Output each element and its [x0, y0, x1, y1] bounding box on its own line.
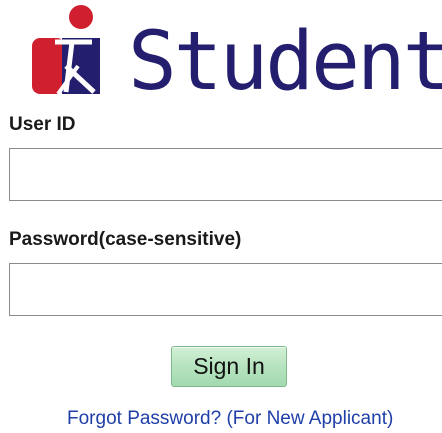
istudent-logo: Student: [22, 2, 442, 106]
sign-in-button[interactable]: Sign In: [171, 346, 287, 387]
login-page: Student User ID Password(case-sensitive)…: [0, 0, 442, 433]
logo-wordmark: Student: [128, 15, 442, 109]
istudent-person-icon: [32, 5, 100, 96]
userid-field[interactable]: [9, 148, 442, 201]
password-field[interactable]: [9, 263, 442, 316]
forgot-password-link[interactable]: Forgot Password? (For New Applicant): [67, 408, 393, 430]
userid-label: User ID: [9, 114, 76, 135]
password-label: Password(case-sensitive): [9, 229, 242, 250]
